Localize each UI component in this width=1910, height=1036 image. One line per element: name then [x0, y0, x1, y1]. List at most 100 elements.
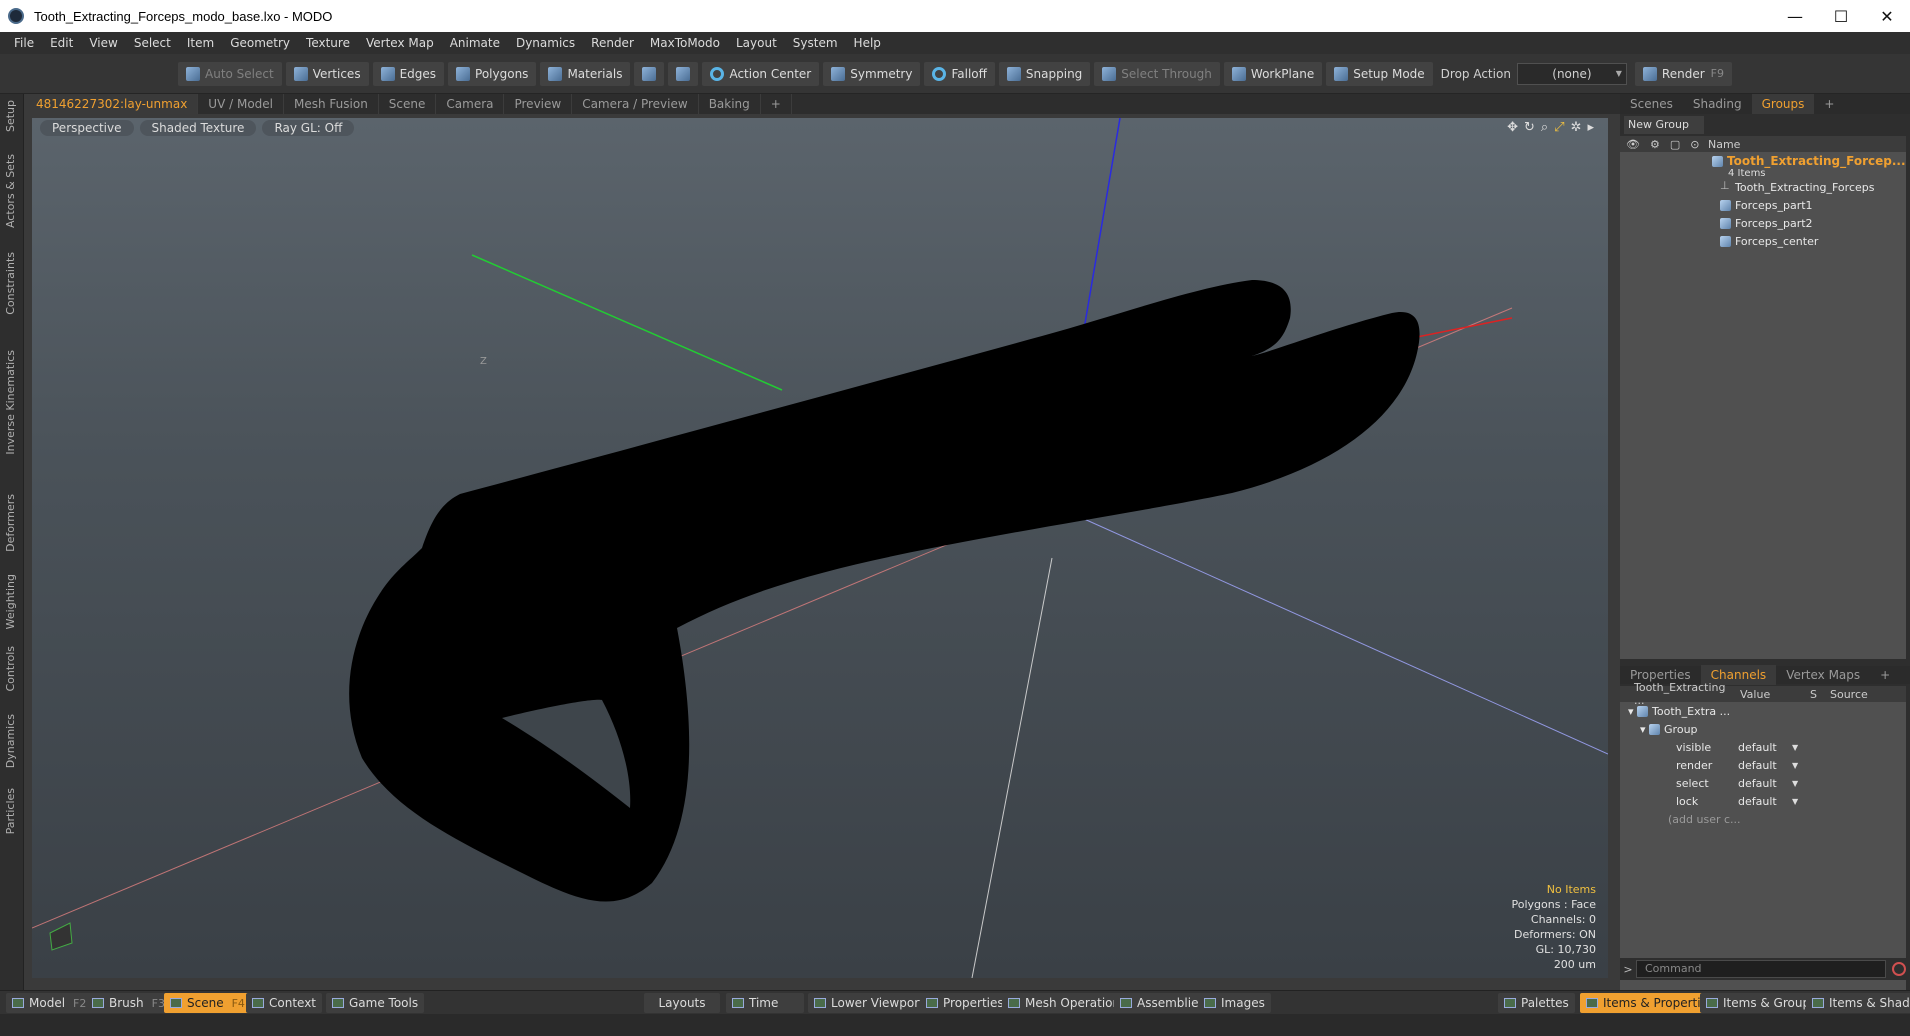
select-mode-button-b[interactable] [668, 61, 699, 86]
menu-edit[interactable]: Edit [42, 36, 81, 50]
render-value[interactable]: default [1738, 759, 1777, 772]
menu-select[interactable]: Select [126, 36, 179, 50]
auto-select-button[interactable]: Auto Select [178, 61, 282, 86]
list-item[interactable]: Forceps_part2 [1620, 214, 1906, 232]
add-user-channel-row[interactable]: (add user c... [1620, 810, 1906, 828]
polygons-button[interactable]: Polygons [448, 61, 537, 86]
edges-button[interactable]: Edges [372, 61, 445, 86]
minimize-button[interactable]: — [1772, 0, 1818, 32]
list-item[interactable]: Forceps_center [1620, 232, 1906, 250]
menu-layout[interactable]: Layout [728, 36, 785, 50]
channel-row-lock[interactable]: lock default ▼ [1620, 792, 1906, 810]
layouts-button[interactable]: Layouts [644, 993, 720, 1013]
model-layout-button[interactable]: Model F2 [6, 993, 93, 1013]
raygl-toggle[interactable]: Ray GL: Off [262, 120, 355, 136]
properties-button[interactable]: Properties [920, 993, 1010, 1013]
render-button[interactable]: Render F9 [1634, 61, 1732, 86]
game-tools-button[interactable]: Game Tools [326, 993, 425, 1013]
chevron-down-icon[interactable]: ▼ [1792, 797, 1798, 806]
perspective-menu[interactable]: Perspective [40, 120, 134, 136]
menu-help[interactable]: Help [846, 36, 889, 50]
scene-layout-button[interactable]: Scene F4 [164, 993, 251, 1013]
chevron-down-icon[interactable]: ▼ [1792, 761, 1798, 770]
menu-render[interactable]: Render [583, 36, 642, 50]
tab-camera[interactable]: Camera [436, 94, 505, 114]
menu-vertex-map[interactable]: Vertex Map [358, 36, 442, 50]
lock-column-icon[interactable]: ⊙ [1690, 138, 1699, 151]
tab-setup[interactable]: Setup [4, 100, 17, 132]
select-value[interactable]: default [1738, 777, 1777, 790]
shading-menu[interactable]: Shaded Texture [139, 120, 257, 136]
falloff-button[interactable]: Falloff [924, 61, 995, 86]
menu-texture[interactable]: Texture [298, 36, 358, 50]
viewport-settings-icon[interactable]: ✲ [1571, 120, 1582, 135]
drop-action-select[interactable]: (none) [1516, 62, 1627, 85]
pan-icon[interactable]: ✥ [1507, 120, 1518, 135]
lock-value[interactable]: default [1738, 795, 1777, 808]
vertices-button[interactable]: Vertices [285, 61, 369, 86]
channel-group-row[interactable]: ▾ Group [1620, 720, 1906, 738]
channel-row-select[interactable]: select default ▼ [1620, 774, 1906, 792]
select-mode-button-a[interactable] [634, 61, 665, 86]
add-properties-tab[interactable]: + [1870, 665, 1900, 685]
tab-weighting[interactable]: Weighting [4, 574, 17, 629]
add-tab-button[interactable]: + [761, 94, 792, 114]
channel-row-visible[interactable]: visible default ▼ [1620, 738, 1906, 756]
tab-particles[interactable]: Particles [4, 788, 17, 834]
items-groups-button[interactable]: Items & Groups [1700, 993, 1823, 1013]
tab-actors-sets[interactable]: Actors & Sets [4, 154, 17, 228]
context-layout-button[interactable]: Context [246, 993, 323, 1013]
menu-view[interactable]: View [81, 36, 125, 50]
visible-value[interactable]: default [1738, 741, 1777, 754]
chevron-down-icon[interactable]: ▼ [1792, 779, 1798, 788]
visibility-column-icon[interactable]: 👁 [1626, 138, 1640, 151]
palettes-button[interactable]: Palettes [1498, 993, 1575, 1013]
menu-geometry[interactable]: Geometry [222, 36, 298, 50]
tab-vertex-maps[interactable]: Vertex Maps [1776, 665, 1870, 685]
3d-viewport[interactable]: Z Perspective Shaded Texture Ray GL: Off… [32, 118, 1608, 978]
menu-dynamics[interactable]: Dynamics [508, 36, 583, 50]
fit-icon[interactable]: ⤢ [1554, 120, 1564, 135]
setup-mode-button[interactable]: Setup Mode [1326, 61, 1433, 86]
chevron-down-icon[interactable]: ▼ [1792, 743, 1798, 752]
zoom-icon[interactable]: ⌕ [1541, 120, 1548, 135]
list-item[interactable]: Tooth_Extracting_Forceps [1620, 178, 1906, 196]
lower-viewports-button[interactable]: Lower Viewports [808, 993, 937, 1013]
maximize-button[interactable]: ☐ [1818, 0, 1864, 32]
images-button[interactable]: Images [1198, 993, 1271, 1013]
channel-row-render[interactable]: render default ▼ [1620, 756, 1906, 774]
tab-preview[interactable]: Preview [504, 94, 573, 114]
tab-camera-preview[interactable]: Camera / Preview [572, 94, 699, 114]
tab-controls[interactable]: Controls [4, 646, 17, 692]
menu-file[interactable]: File [6, 36, 42, 50]
add-panel-tab[interactable]: + [1814, 94, 1844, 114]
items-shading-button[interactable]: Items & Shading [1806, 993, 1910, 1013]
time-button[interactable]: Time [726, 993, 804, 1013]
tab-dynamics[interactable]: Dynamics [4, 714, 17, 768]
menu-system[interactable]: System [785, 36, 846, 50]
mesh-operations-button[interactable]: Mesh Operations [1002, 993, 1133, 1013]
select-through-button[interactable]: Select Through [1094, 61, 1220, 86]
viewport-expand-icon[interactable]: ▸ [1587, 120, 1594, 135]
menu-item[interactable]: Item [179, 36, 222, 50]
snapping-button[interactable]: Snapping [998, 61, 1091, 86]
tab-constraints[interactable]: Constraints [4, 252, 17, 315]
group-row-parent[interactable]: Tooth_Extracting_Forcep... 4 Items [1620, 152, 1906, 179]
tab-layout-unmax[interactable]: 48146227302:lay-unmax [26, 94, 199, 114]
tab-deformers[interactable]: Deformers [4, 494, 17, 552]
record-macro-icon[interactable] [1892, 962, 1906, 976]
materials-button[interactable]: Materials [540, 61, 631, 86]
assemblies-button[interactable]: Assemblies [1114, 993, 1211, 1013]
tab-shading[interactable]: Shading [1683, 94, 1752, 114]
tab-mesh-fusion[interactable]: Mesh Fusion [284, 94, 379, 114]
new-group-button[interactable]: New Group [1624, 116, 1704, 134]
channel-item-row[interactable]: ▾ Tooth_Extra ... [1620, 702, 1906, 720]
tab-inverse-kinematics[interactable]: Inverse Kinematics [4, 350, 17, 455]
tab-groups[interactable]: Groups [1751, 94, 1815, 114]
tab-uv-model[interactable]: UV / Model [198, 94, 284, 114]
action-center-button[interactable]: Action Center [702, 61, 820, 86]
workplane-button[interactable]: WorkPlane [1223, 61, 1323, 86]
brush-layout-button[interactable]: Brush F3 [86, 993, 171, 1013]
close-button[interactable]: ✕ [1864, 0, 1910, 32]
render-column-icon[interactable]: ⚙ [1650, 138, 1660, 151]
